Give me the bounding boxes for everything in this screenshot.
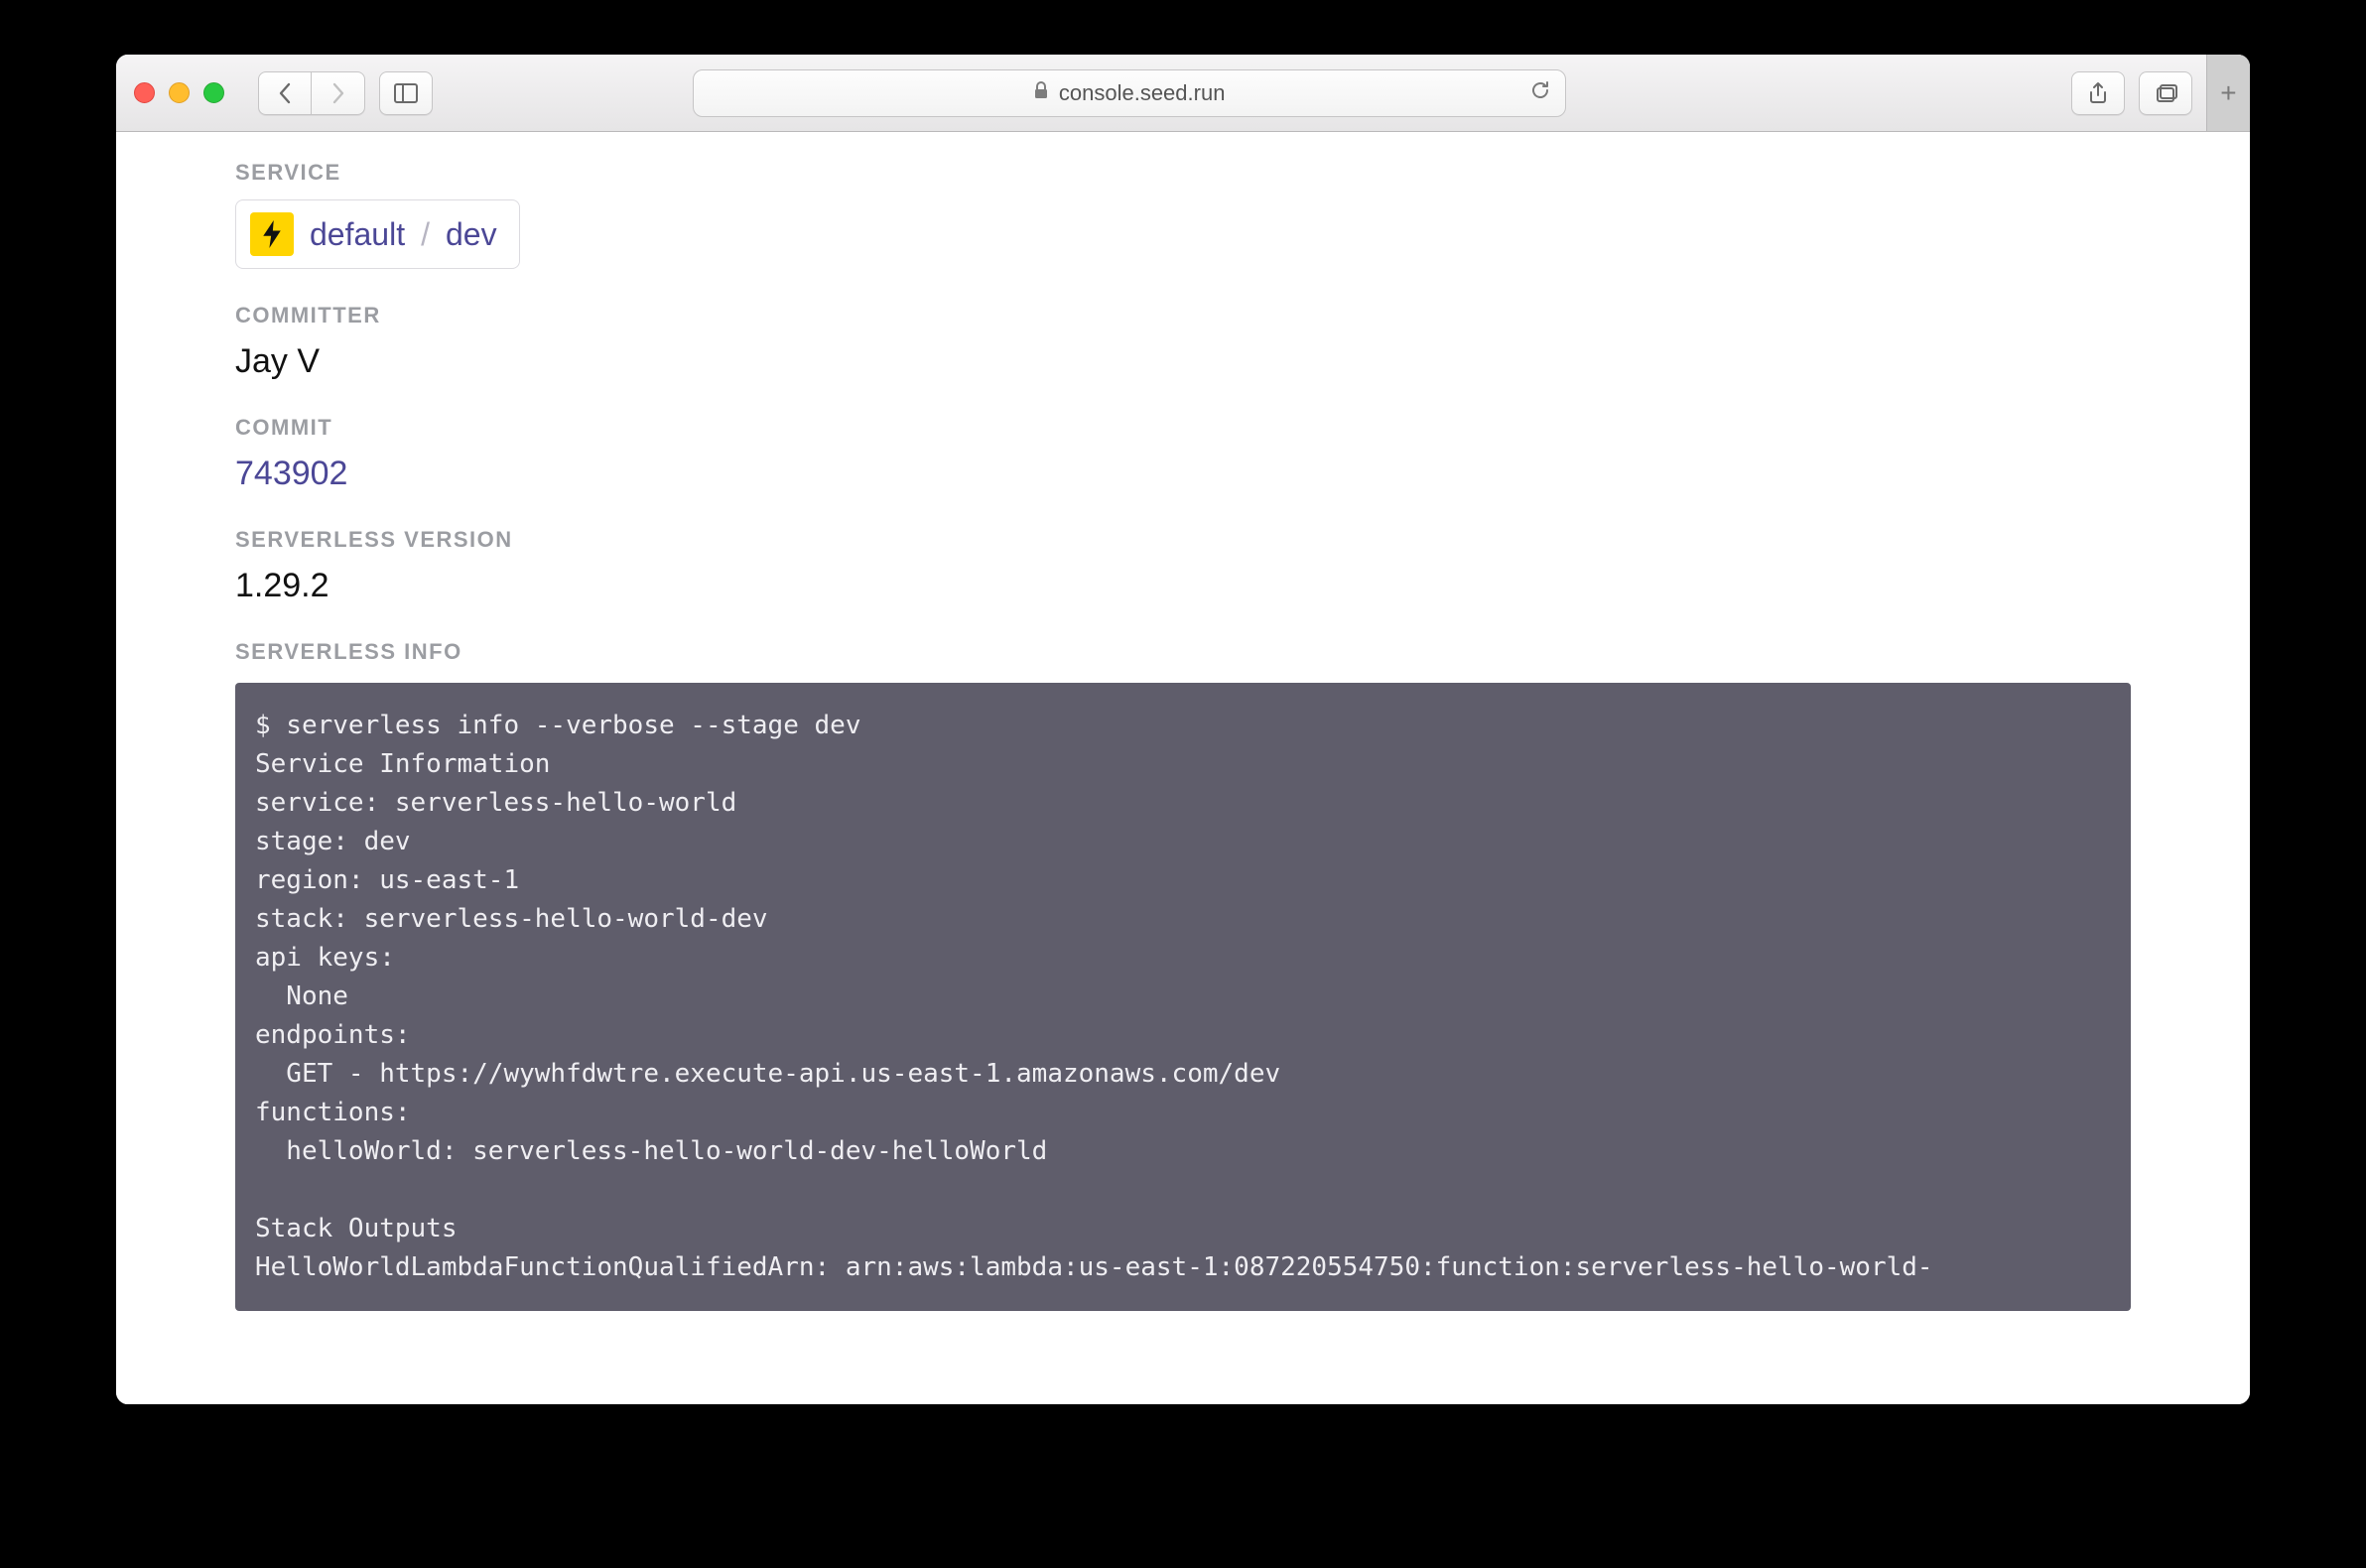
- show-tabs-button[interactable]: [2139, 71, 2192, 115]
- minimize-window-button[interactable]: [169, 82, 190, 103]
- serverless-version-label: SERVERLESS VERSION: [235, 527, 2131, 553]
- forward-button[interactable]: [312, 71, 365, 115]
- serverless-version-value: 1.29.2: [235, 567, 2131, 605]
- commit-label: COMMIT: [235, 415, 2131, 441]
- new-tab-button[interactable]: +: [2206, 55, 2250, 131]
- committer-value: Jay V: [235, 342, 2131, 381]
- browser-toolbar: console.seed.run +: [116, 55, 2250, 132]
- service-name-link[interactable]: default: [310, 216, 405, 253]
- back-button[interactable]: [258, 71, 312, 115]
- close-window-button[interactable]: [134, 82, 155, 103]
- address-bar-text: console.seed.run: [1059, 80, 1226, 106]
- service-breadcrumb: default / dev: [235, 199, 520, 269]
- serverless-info-output: $ serverless info --verbose --stage dev …: [235, 683, 2131, 1311]
- reload-button[interactable]: [1529, 79, 1551, 107]
- sidebar-button-group: [379, 71, 433, 115]
- committer-label: COMMITTER: [235, 303, 2131, 328]
- maximize-window-button[interactable]: [203, 82, 224, 103]
- show-sidebar-button[interactable]: [379, 71, 433, 115]
- service-stage-link[interactable]: dev: [446, 216, 497, 253]
- commit-value[interactable]: 743902: [235, 455, 2131, 493]
- breadcrumb-separator: /: [421, 216, 430, 253]
- bolt-icon: [250, 212, 294, 256]
- lock-icon: [1033, 81, 1049, 104]
- address-bar[interactable]: console.seed.run: [693, 69, 1566, 117]
- nav-button-group: [258, 71, 365, 115]
- share-button[interactable]: [2071, 71, 2125, 115]
- service-label: SERVICE: [235, 160, 2131, 186]
- page-content: SERVICE default / dev COMMITTER Jay V CO…: [116, 132, 2250, 1404]
- window-controls: [134, 82, 224, 103]
- browser-window: console.seed.run + SERVICE: [116, 55, 2250, 1404]
- toolbar-right-group: [2071, 71, 2192, 115]
- serverless-info-label: SERVERLESS INFO: [235, 639, 2131, 665]
